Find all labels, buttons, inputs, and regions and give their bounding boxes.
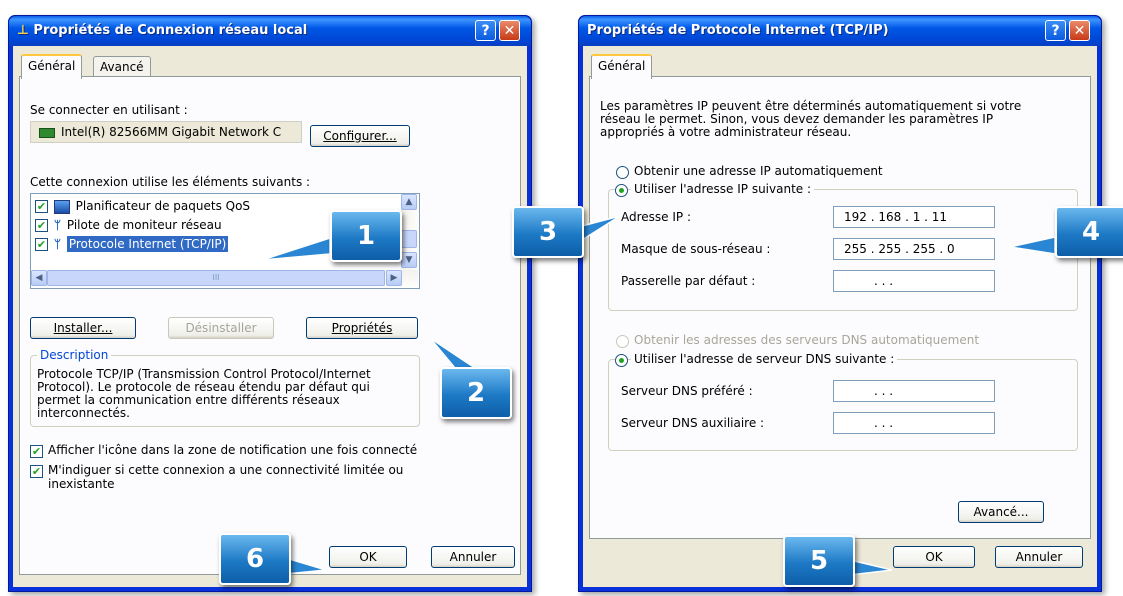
callout-5: 5 [783, 535, 855, 587]
callout-6: 6 [219, 533, 291, 585]
callout-3: 3 [512, 206, 584, 258]
callout-1: 1 [330, 210, 402, 262]
callout-2-pointer [429, 337, 478, 369]
callout-2: 2 [440, 367, 512, 419]
callout-1-pointer [261, 236, 331, 261]
callout-4: 4 [1055, 206, 1123, 258]
callout-6-pointer [285, 556, 327, 575]
callout-pointers [261, 215, 1056, 576]
callout-5-pointer [849, 559, 893, 576]
callout-3-pointer [581, 215, 621, 242]
callout-4-pointer [1009, 236, 1056, 255]
